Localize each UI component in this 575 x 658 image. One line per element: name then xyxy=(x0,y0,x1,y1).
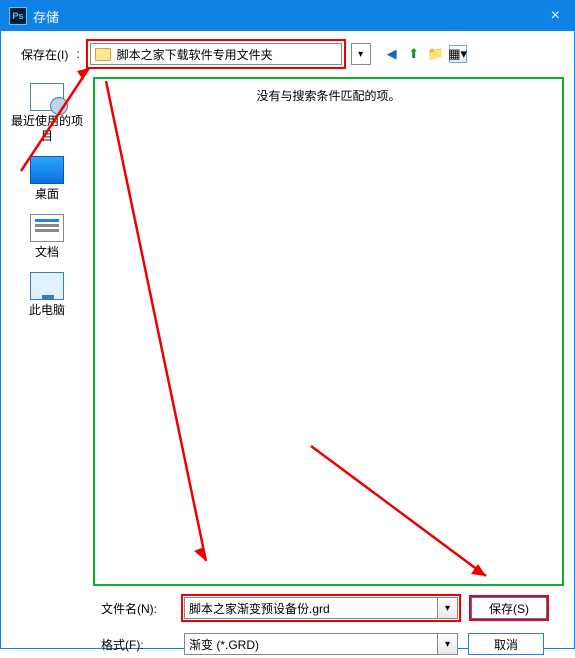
save-dialog: Ps 存储 × 保存在(I): 脚本之家下载软件专用文件夹 ▾ ◀ ⬆ 📁 ▦▾… xyxy=(0,0,575,649)
location-highlight: 脚本之家下载软件专用文件夹 xyxy=(86,39,346,69)
filename-label: 文件名(N): xyxy=(101,600,171,617)
filename-dropdown-button[interactable]: ▾ xyxy=(438,597,458,619)
sidebar-item-thispc[interactable]: 此电脑 xyxy=(7,268,87,322)
location-combo[interactable]: 脚本之家下载软件专用文件夹 xyxy=(90,43,342,65)
folder-icon xyxy=(95,48,111,61)
sidebar-item-label: 桌面 xyxy=(7,187,87,202)
up-icon[interactable]: ⬆ xyxy=(405,45,423,63)
back-icon[interactable]: ◀ xyxy=(383,45,401,63)
bottom-fields: 文件名(N): ▾ 保存(S) 格式(F): ▾ 取消 xyxy=(1,592,574,658)
save-button[interactable]: 保存(S) xyxy=(471,597,547,619)
close-icon[interactable]: × xyxy=(545,7,566,25)
documents-icon xyxy=(30,214,64,242)
window-title: 存储 xyxy=(33,7,545,26)
format-combo[interactable] xyxy=(184,633,438,655)
titlebar: Ps 存储 × xyxy=(1,1,574,31)
new-folder-icon[interactable]: 📁 xyxy=(427,45,445,63)
pc-icon xyxy=(30,272,64,300)
no-results-text: 没有与搜索条件匹配的项。 xyxy=(95,79,562,112)
sidebar-item-recent[interactable]: 最近使用的项目 xyxy=(7,79,87,148)
filename-highlight: ▾ xyxy=(181,594,461,622)
dialog-body: 最近使用的项目 桌面 文档 此电脑 没有与搜索条件匹配的项。 xyxy=(1,77,574,592)
format-dropdown-button[interactable]: ▾ xyxy=(438,633,458,655)
location-dropdown-button[interactable]: ▾ xyxy=(351,43,371,65)
sidebar-item-desktop[interactable]: 桌面 xyxy=(7,152,87,206)
location-text: 脚本之家下载软件专用文件夹 xyxy=(117,46,273,63)
sidebar-item-documents[interactable]: 文档 xyxy=(7,210,87,264)
app-icon: Ps xyxy=(9,7,27,25)
desktop-icon xyxy=(30,156,64,184)
cancel-button[interactable]: 取消 xyxy=(468,633,544,655)
format-label: 格式(F): xyxy=(101,636,171,653)
sidebar-item-label: 此电脑 xyxy=(7,303,87,318)
file-list-area[interactable]: 没有与搜索条件匹配的项。 xyxy=(93,77,564,586)
save-in-label: 保存在(I) xyxy=(21,46,68,63)
filename-row: 文件名(N): ▾ 保存(S) xyxy=(101,594,564,622)
recent-icon xyxy=(30,83,64,111)
filename-input[interactable] xyxy=(184,597,438,619)
format-row: 格式(F): ▾ 取消 xyxy=(101,630,564,658)
location-row: 保存在(I): 脚本之家下载软件专用文件夹 ▾ ◀ ⬆ 📁 ▦▾ xyxy=(1,31,574,77)
places-bar: 最近使用的项目 桌面 文档 此电脑 xyxy=(1,77,93,592)
views-icon[interactable]: ▦▾ xyxy=(449,45,467,63)
sidebar-item-label: 文档 xyxy=(7,245,87,260)
nav-icons: ◀ ⬆ 📁 ▦▾ xyxy=(383,45,467,63)
sidebar-item-label: 最近使用的项目 xyxy=(7,114,87,144)
